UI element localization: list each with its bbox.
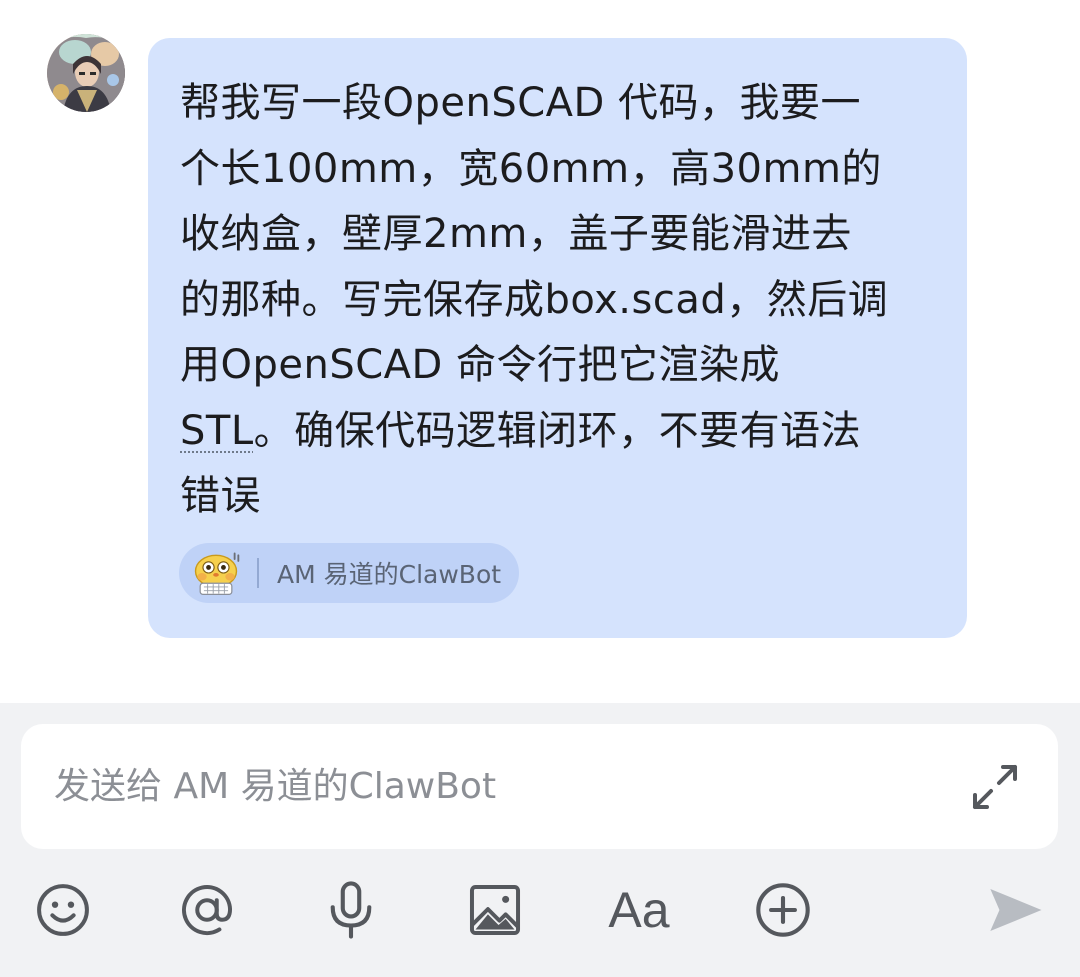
image-icon[interactable]: [460, 875, 530, 945]
add-circle-icon[interactable]: [748, 875, 818, 945]
font-format-icon[interactable]: Aa: [604, 875, 674, 945]
message-input[interactable]: [21, 724, 921, 849]
message-line: 用OpenSCAD 命令行把它渲染成: [180, 342, 781, 388]
microphone-icon[interactable]: [316, 875, 386, 945]
underlined-term[interactable]: STL: [180, 408, 254, 454]
mention-icon[interactable]: [172, 875, 242, 945]
composer: Aa: [0, 703, 1080, 977]
message-text: 帮我写一段OpenSCAD 代码，我要一 个长100mm，宽60mm，高30mm…: [180, 71, 940, 530]
message-line: 错误: [180, 473, 261, 519]
chat-area: 帮我写一段OpenSCAD 代码，我要一 个长100mm，宽60mm，高30mm…: [0, 0, 1080, 703]
input-box: [21, 724, 1058, 849]
bot-chip[interactable]: AM 易道的ClawBot: [179, 543, 520, 603]
message-line: 个长100mm，宽60mm，高30mm的: [180, 145, 882, 192]
send-icon[interactable]: [980, 875, 1050, 945]
robot-face-icon: [187, 544, 245, 602]
message-line: STL。确保代码逻辑闭环，不要有语法: [180, 399, 940, 465]
avatar-image: [47, 34, 125, 112]
message-line: 帮我写一段OpenSCAD 代码，我要一: [180, 80, 862, 126]
expand-diagonal-icon[interactable]: [968, 760, 1022, 814]
bot-chip-label: AM 易道的ClawBot: [277, 560, 502, 589]
composer-toolbar: Aa: [0, 875, 1080, 961]
font-format-glyph: Aa: [608, 882, 670, 938]
emoji-icon[interactable]: [28, 875, 98, 945]
message-bubble[interactable]: 帮我写一段OpenSCAD 代码，我要一 个长100mm，宽60mm，高30mm…: [148, 38, 967, 638]
message-line: 的那种。写完保存成box.scad，然后调: [180, 276, 889, 323]
user-avatar[interactable]: [47, 34, 125, 112]
chip-divider: [257, 558, 259, 588]
message-line-rest: 。确保代码逻辑闭环，不要有语法: [253, 407, 862, 454]
message-line: 收纳盒，壁厚2mm，盖子要能滑进去: [180, 211, 852, 257]
